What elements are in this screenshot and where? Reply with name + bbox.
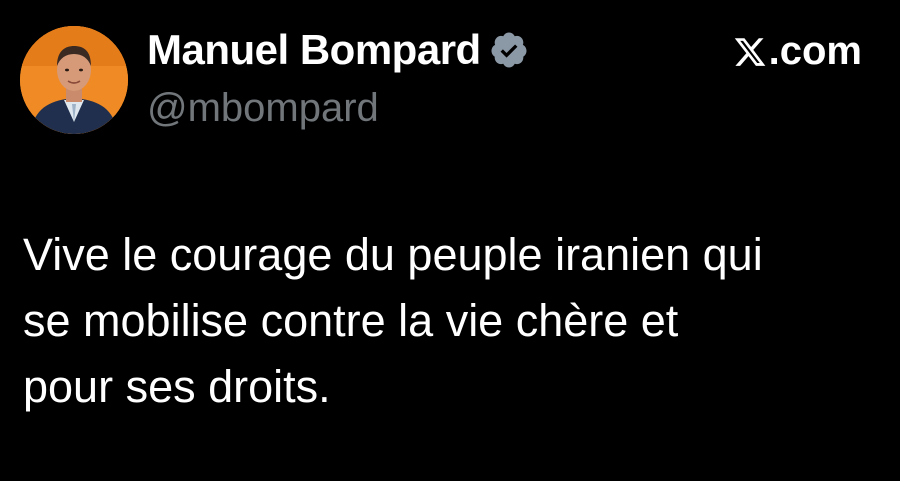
tweet-text-line: se mobilise contre la vie chère et xyxy=(23,295,679,346)
author-display-name[interactable]: Manuel Bompard xyxy=(147,26,481,74)
tweet-text-line: Vive le courage du peuple iranien qui xyxy=(23,229,763,280)
brand-watermark: .com xyxy=(733,26,862,76)
x-logo-icon xyxy=(733,34,767,68)
profile-photo xyxy=(20,26,128,134)
author-handle[interactable]: @mbompard xyxy=(147,86,379,131)
tweet-text: Vive le courage du peuple iranien qui se… xyxy=(23,222,883,420)
tweet-text-line: pour ses droits. xyxy=(23,361,331,412)
tweet-card: Manuel Bompard @mbompard .com Vive le co… xyxy=(0,0,900,481)
author-name-row: Manuel Bompard xyxy=(147,22,529,78)
verified-badge-icon[interactable] xyxy=(489,30,529,70)
brand-domain-label: .com xyxy=(768,28,862,73)
avatar[interactable] xyxy=(20,26,128,134)
